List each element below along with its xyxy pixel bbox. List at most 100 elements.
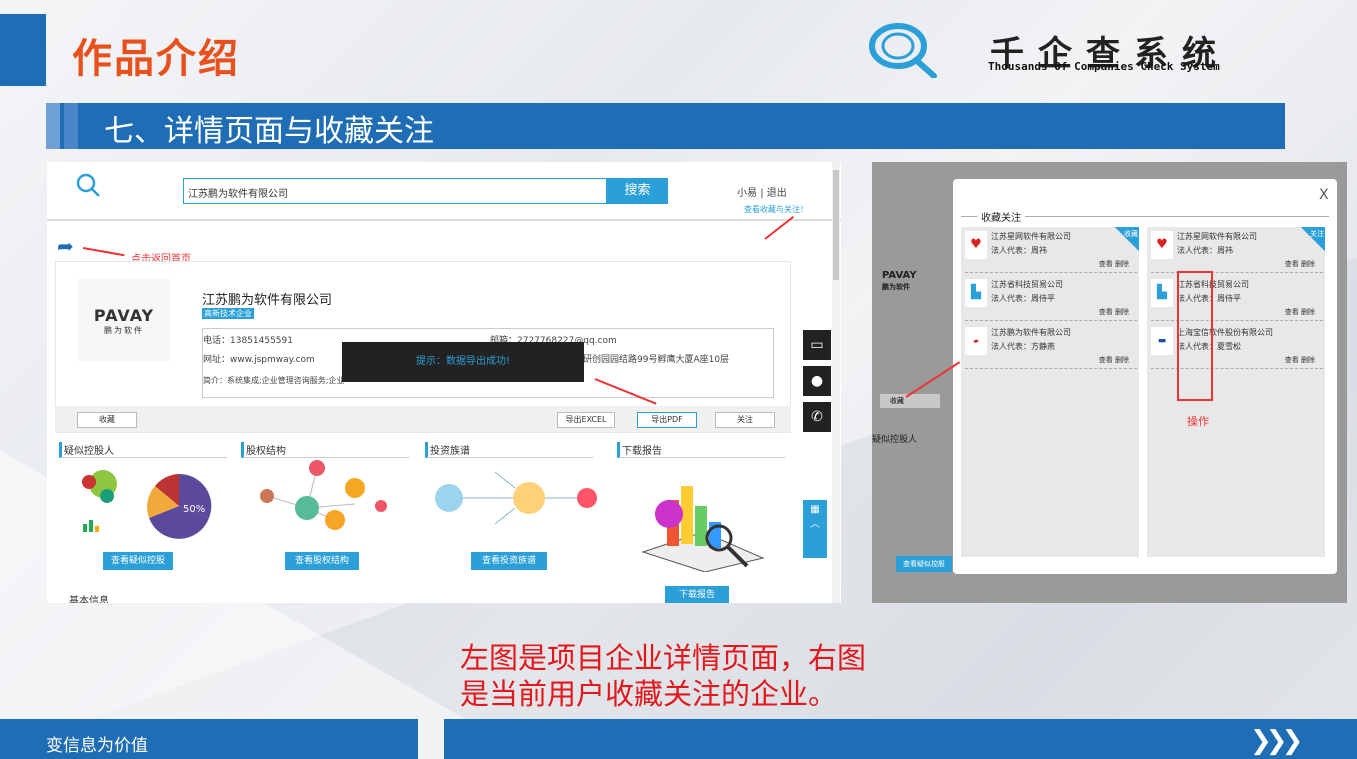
baosight-logo-icon: ▬	[1151, 327, 1173, 355]
list-item: ▰ 江苏鹏为软件有限公司 法人代表：方静燕 查看 删除	[965, 323, 1137, 369]
equity-graph-icon	[260, 460, 387, 530]
panel-holder: 疑似控股人 50% 查看疑似控股	[55, 438, 233, 576]
intro: 简介：系统集成;企业管理咨询服务;企业	[203, 376, 345, 385]
section-stripe	[64, 103, 78, 149]
caption-line: 是当前用户收藏关注的企业。	[460, 677, 838, 711]
section-stripe	[46, 103, 60, 149]
item-legal: 法人代表：方静燕	[991, 342, 1055, 351]
item-legal: 法人代表：周侍平	[991, 294, 1055, 303]
bg-view-button: 查看疑似控股	[896, 556, 952, 572]
phone: 电话：13851455591	[203, 336, 293, 346]
qq-icon[interactable]: ●	[803, 366, 831, 396]
item-legal: 法人代表：周祎	[991, 246, 1047, 255]
logout-link[interactable]: 退出	[767, 188, 787, 199]
company-logo-icon: ♥	[1151, 231, 1173, 259]
bg-panel-title: 疑似控股人	[872, 435, 918, 445]
item-actions[interactable]: 查看 删除	[1099, 307, 1129, 317]
building-logo-icon: ▙	[1151, 279, 1173, 307]
investment-graph-icon	[435, 471, 597, 525]
actions-label: 操作	[1187, 415, 1209, 428]
back-arrow-icon[interactable]: ➦	[57, 234, 74, 258]
holder-chart-icon	[82, 470, 212, 539]
qrcode-top-icon[interactable]: ▦ ︿	[803, 500, 827, 558]
item-name[interactable]: 江苏省科技贸易公司	[991, 279, 1063, 290]
header-accent-bar	[0, 14, 46, 86]
search-button[interactable]: 搜索	[607, 178, 668, 204]
magnifier-logo-icon	[869, 23, 937, 78]
next-chevrons-icon[interactable]: ❯❯❯	[1250, 726, 1303, 756]
item-actions[interactable]: 查看 删除	[1099, 259, 1129, 269]
separator: |	[760, 188, 764, 199]
bg-favorite-button: 收藏	[880, 394, 940, 408]
action-row: 收藏 导出EXCEL 导出PDF 关注	[55, 406, 791, 432]
view-favorites-link[interactable]: 查看收藏与关注！	[744, 204, 808, 215]
actions-highlight	[1177, 271, 1213, 401]
username[interactable]: 小易	[737, 188, 757, 199]
list-item: ♥ 江苏星网软件有限公司 法人代表：周祎 查看 删除	[1151, 227, 1323, 273]
chat-icon[interactable]: ▭	[803, 330, 831, 360]
follow-column: 关注 ♥ 江苏星网软件有限公司 法人代表：周祎 查看 删除 ▙ 江苏省科技贸易公…	[1147, 227, 1325, 557]
follow-button[interactable]: 关注	[715, 412, 775, 428]
logo-subtext: 鹏为软件	[104, 326, 144, 335]
footer-bar-right	[444, 719, 1357, 759]
panel-title: 股权结构	[241, 442, 409, 458]
company-logo-icon: ♥	[965, 231, 987, 259]
favorites-modal: X 收藏关注 收藏 ♥ 江苏星网软件有限公司 法人代表：周祎 查看 删除 ▙ 江…	[953, 179, 1337, 574]
item-actions[interactable]: 查看 删除	[1285, 307, 1315, 317]
website[interactable]: 网址：www.jspmway.com	[203, 352, 315, 365]
search-logo-icon	[76, 173, 100, 197]
favorites-column: 收藏 ♥ 江苏星网软件有限公司 法人代表：周祎 查看 删除 ▙ 江苏省科技贸易公…	[961, 227, 1139, 557]
basic-info-heading: 基本信息	[55, 584, 607, 603]
panel-report: 下载报告	[613, 438, 789, 603]
pawlogo-icon: ▰	[965, 327, 987, 355]
address: 研创园园结路99号孵鹰大厦A座10层	[583, 355, 730, 365]
export-excel-button[interactable]: 导出EXCEL	[557, 412, 615, 428]
company-name: 江苏鹏为软件有限公司	[202, 293, 333, 308]
modal-title: 收藏关注	[977, 209, 1025, 224]
company-tag: 高新技术企业	[202, 308, 254, 319]
item-legal: 法人代表：周祎	[1177, 246, 1233, 255]
scroll-thumb[interactable]	[833, 170, 839, 280]
section-title: 七、详情页面与收藏关注	[104, 114, 434, 149]
divider	[47, 219, 841, 221]
logo-text: PAVAY	[93, 306, 155, 325]
footer-slogan: 变信息为价值	[46, 736, 148, 756]
download-report-button[interactable]: 下载报告	[665, 586, 729, 603]
item-actions[interactable]: 查看 删除	[1285, 259, 1315, 269]
toast-message: 提示：数据导出成功!	[342, 342, 584, 382]
close-icon[interactable]: X	[1319, 187, 1329, 203]
item-actions[interactable]: 查看 删除	[1285, 355, 1315, 365]
item-actions[interactable]: 查看 删除	[1099, 355, 1129, 365]
item-name[interactable]: 江苏星网软件有限公司	[991, 231, 1071, 242]
item-name[interactable]: 江苏星网软件有限公司	[1177, 231, 1257, 242]
panel-title: 下载报告	[617, 442, 785, 458]
favorites-screenshot: PAVAY 鹏为软件 收藏 疑似控股人 查看疑似控股 X 收藏关注 收藏 ♥ 江苏…	[872, 162, 1347, 603]
item-name[interactable]: 江苏鹏为软件有限公司	[991, 327, 1071, 338]
view-holder-button[interactable]: 查看疑似控股	[103, 552, 173, 570]
building-logo-icon: ▙	[965, 279, 987, 307]
view-equity-button[interactable]: 查看股权结构	[285, 552, 359, 570]
list-item: ♥ 江苏星网软件有限公司 法人代表：周祎 查看 删除	[965, 227, 1137, 273]
bg-logo: PAVAY 鹏为软件	[882, 270, 917, 291]
pie-percent: 50%	[183, 504, 206, 515]
favorite-button[interactable]: 收藏	[77, 412, 137, 428]
caption-line: 左图是项目企业详情页面，右图	[460, 641, 867, 675]
red-arrow	[905, 361, 961, 398]
panel-title: 疑似控股人	[59, 442, 227, 458]
search-input[interactable]: 江苏鹏为软件有限公司	[183, 178, 607, 204]
view-investment-button[interactable]: 查看投资族谱	[471, 552, 547, 570]
brand-english: Thousands Of Companies Check System	[988, 60, 1220, 73]
panel-title: 投资族谱	[425, 442, 593, 458]
slide-title: 作品介绍	[72, 36, 240, 82]
list-item: ▙ 江苏省科技贸易公司 法人代表：周侍平 查看 删除	[965, 275, 1137, 321]
phone-icon[interactable]: ✆	[803, 402, 831, 432]
company-logo: PAVAY 鹏为软件	[78, 278, 170, 362]
scrollbar[interactable]	[832, 162, 840, 603]
panel-equity: 股权结构 查看股权结构	[237, 438, 417, 576]
report-chart-icon	[641, 486, 765, 572]
red-arrow	[82, 247, 125, 257]
panel-investment: 投资族谱 查看投资族谱	[421, 438, 607, 576]
export-pdf-button[interactable]: 导出PDF	[637, 412, 697, 428]
user-links: 小易 | 退出	[737, 184, 787, 199]
caption: 左图是项目企业详情页面，右图 是当前用户收藏关注的企业。	[460, 640, 866, 712]
